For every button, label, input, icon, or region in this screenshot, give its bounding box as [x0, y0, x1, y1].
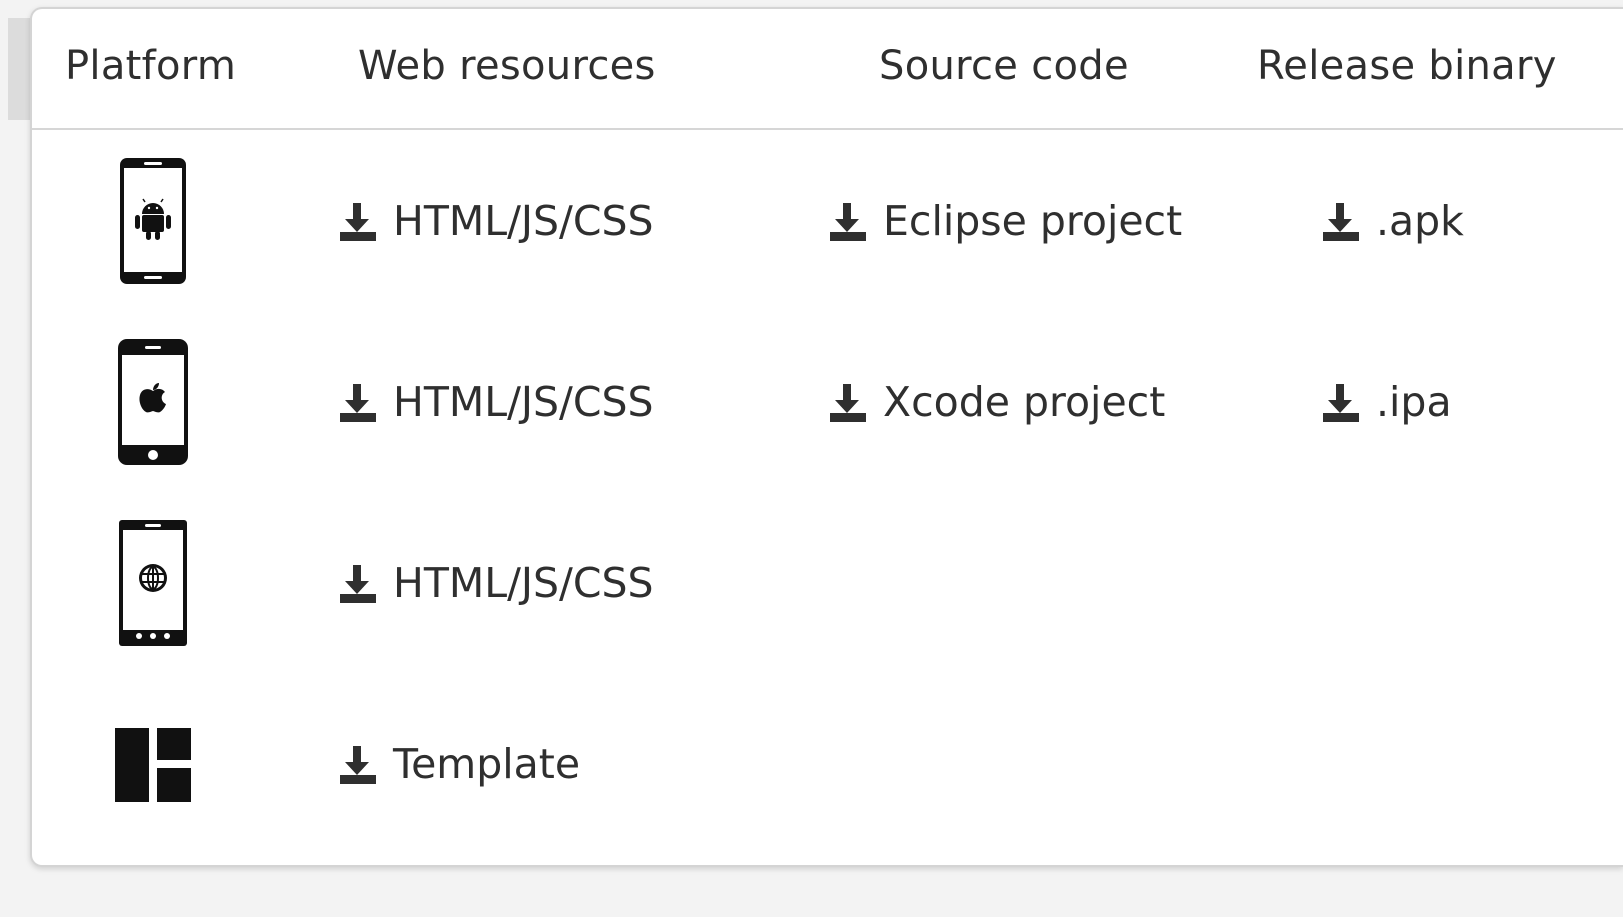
header-source-code: Source code: [879, 43, 1129, 89]
android-phone-icon: [110, 130, 196, 311]
download-release-binary-ios[interactable]: .ipa: [1322, 311, 1452, 492]
download-source-code-ios[interactable]: Xcode project: [829, 311, 1165, 492]
download-icon: [340, 383, 376, 422]
header-release-binary: Release binary: [1257, 43, 1557, 89]
download-icon: [830, 202, 866, 241]
download-icon: [340, 745, 376, 784]
link-label: .apk: [1376, 196, 1464, 245]
download-web-resources-ios[interactable]: HTML/JS/CSS: [339, 311, 654, 492]
table-row-ios: HTML/JS/CSS Xcode project .ipa: [32, 311, 1623, 492]
download-web-resources-android[interactable]: HTML/JS/CSS: [339, 130, 654, 311]
download-source-code-android[interactable]: Eclipse project: [829, 130, 1182, 311]
table-row-android: HTML/JS/CSS Eclipse project .apk: [32, 130, 1623, 311]
link-label: Xcode project: [883, 377, 1166, 426]
download-template[interactable]: Template: [339, 673, 580, 854]
windows-phone-globe-icon: [110, 492, 196, 673]
left-scroll-edge: [8, 18, 30, 120]
iphone-apple-icon: [110, 311, 196, 492]
download-icon: [1323, 202, 1359, 241]
table-row-template: Template: [32, 673, 1623, 854]
template-layout-icon: [110, 673, 196, 854]
download-release-binary-android[interactable]: .apk: [1322, 130, 1464, 311]
table-header-row: Platform Web resources Source code Relea…: [32, 9, 1623, 130]
download-icon: [340, 202, 376, 241]
link-label: Template: [393, 739, 581, 788]
download-icon: [1323, 383, 1359, 422]
header-platform: Platform: [65, 43, 237, 89]
header-web-resources: Web resources: [358, 43, 656, 89]
table-row-windows-phone: HTML/JS/CSS: [32, 492, 1623, 673]
download-icon: [340, 564, 376, 603]
download-icon: [830, 383, 866, 422]
download-web-resources-windows-phone[interactable]: HTML/JS/CSS: [339, 492, 654, 673]
link-label: Eclipse project: [883, 196, 1183, 245]
link-label: HTML/JS/CSS: [393, 196, 654, 245]
link-label: .ipa: [1376, 377, 1452, 426]
downloads-table: Platform Web resources Source code Relea…: [30, 7, 1623, 867]
link-label: HTML/JS/CSS: [393, 377, 654, 426]
link-label: HTML/JS/CSS: [393, 558, 654, 607]
